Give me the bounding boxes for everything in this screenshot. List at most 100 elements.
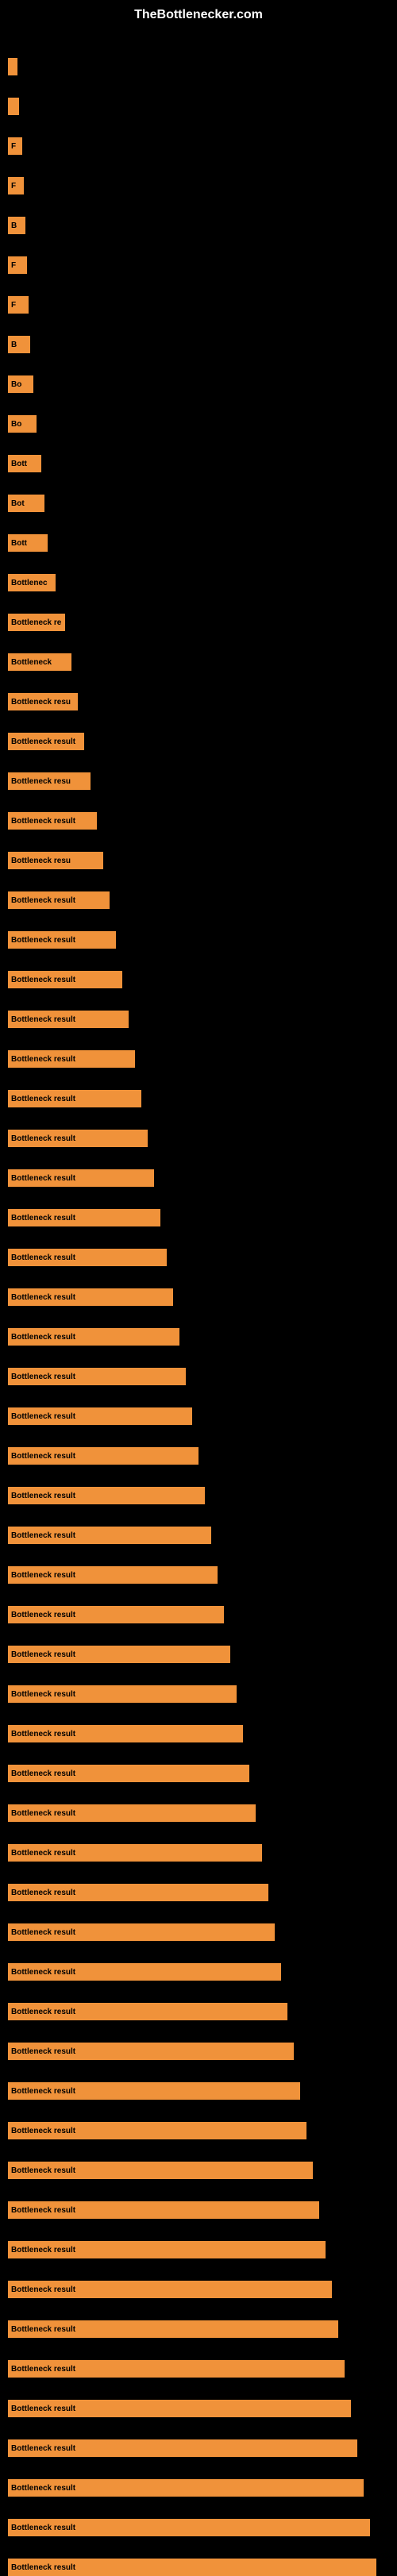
bar-item-51: Bottleneck result: [8, 2043, 294, 2060]
bar-label-50: Bottleneck result: [11, 2008, 75, 2016]
bar-30: Bottleneck result: [8, 1209, 160, 1226]
bar-item-2: [8, 98, 19, 115]
bar-label-48: Bottleneck result: [11, 1928, 75, 1937]
bar-52: Bottleneck result: [8, 2082, 300, 2100]
bar-28: Bottleneck result: [8, 1130, 148, 1147]
bar-1: [8, 58, 17, 75]
bar-label-28: Bottleneck result: [11, 1134, 75, 1143]
bar-label-52: Bottleneck result: [11, 2087, 75, 2096]
bar-19: Bottleneck resu: [8, 772, 91, 790]
bar-item-35: Bottleneck result: [8, 1407, 192, 1425]
bar-item-53: Bottleneck result: [8, 2122, 306, 2139]
bar-58: Bottleneck result: [8, 2320, 338, 2338]
bar-12: Bot: [8, 495, 44, 512]
bar-38: Bottleneck result: [8, 1527, 211, 1544]
bar-item-13: Bott: [8, 534, 48, 552]
bar-label-51: Bottleneck result: [11, 2047, 75, 2056]
bar-item-23: Bottleneck result: [8, 931, 116, 949]
bar-label-17: Bottleneck resu: [11, 698, 71, 707]
bar-60: Bottleneck result: [8, 2400, 351, 2417]
bar-21: Bottleneck resu: [8, 852, 103, 869]
bar-item-7: F: [8, 296, 29, 314]
bar-5: B: [8, 217, 25, 234]
bar-6: F: [8, 256, 27, 274]
bar-label-26: Bottleneck result: [11, 1055, 75, 1064]
bar-item-30: Bottleneck result: [8, 1209, 160, 1226]
bar-item-8: B: [8, 336, 30, 353]
bar-label-24: Bottleneck result: [11, 976, 75, 984]
bar-label-9: Bo: [11, 380, 21, 389]
bar-label-25: Bottleneck result: [11, 1015, 75, 1024]
bar-29: Bottleneck result: [8, 1169, 154, 1187]
bar-item-55: Bottleneck result: [8, 2201, 319, 2219]
bar-item-27: Bottleneck result: [8, 1090, 141, 1107]
bar-32: Bottleneck result: [8, 1288, 173, 1306]
bar-item-46: Bottleneck result: [8, 1844, 262, 1862]
bar-11: Bott: [8, 455, 41, 472]
bar-label-36: Bottleneck result: [11, 1452, 75, 1461]
bar-34: Bottleneck result: [8, 1368, 186, 1385]
bar-40: Bottleneck result: [8, 1606, 224, 1623]
bar-item-38: Bottleneck result: [8, 1527, 211, 1544]
bar-33: Bottleneck result: [8, 1328, 179, 1346]
bar-label-37: Bottleneck result: [11, 1492, 75, 1500]
bar-item-20: Bottleneck result: [8, 812, 97, 830]
bar-label-49: Bottleneck result: [11, 1968, 75, 1977]
bar-label-58: Bottleneck result: [11, 2325, 75, 2334]
bar-label-6: F: [11, 261, 16, 270]
bar-label-60: Bottleneck result: [11, 2405, 75, 2413]
bar-4: F: [8, 177, 24, 194]
bar-item-29: Bottleneck result: [8, 1169, 154, 1187]
bar-item-45: Bottleneck result: [8, 1804, 256, 1822]
bar-label-55: Bottleneck result: [11, 2206, 75, 2215]
bar-item-24: Bottleneck result: [8, 971, 122, 988]
bar-item-44: Bottleneck result: [8, 1765, 249, 1782]
bar-56: Bottleneck result: [8, 2241, 326, 2258]
site-title: TheBottlenecker.com: [0, 0, 397, 26]
bar-label-47: Bottleneck result: [11, 1889, 75, 1897]
bar-label-42: Bottleneck result: [11, 1690, 75, 1699]
bar-8: B: [8, 336, 30, 353]
bar-label-18: Bottleneck result: [11, 737, 75, 746]
bar-item-21: Bottleneck resu: [8, 852, 103, 869]
bar-item-34: Bottleneck result: [8, 1368, 186, 1385]
bar-label-19: Bottleneck resu: [11, 777, 71, 786]
bar-item-43: Bottleneck result: [8, 1725, 243, 1742]
bar-label-5: B: [11, 221, 17, 230]
bar-item-25: Bottleneck result: [8, 1011, 129, 1028]
bar-item-60: Bottleneck result: [8, 2400, 351, 2417]
bar-20: Bottleneck result: [8, 812, 97, 830]
bar-item-9: Bo: [8, 375, 33, 393]
bar-label-53: Bottleneck result: [11, 2127, 75, 2135]
bar-label-59: Bottleneck result: [11, 2365, 75, 2374]
bar-36: Bottleneck result: [8, 1447, 198, 1465]
bar-label-63: Bottleneck result: [11, 2524, 75, 2532]
bar-15: Bottleneck re: [8, 614, 65, 631]
bar-label-20: Bottleneck result: [11, 817, 75, 826]
bar-42: Bottleneck result: [8, 1685, 237, 1703]
bar-label-23: Bottleneck result: [11, 936, 75, 945]
bar-45: Bottleneck result: [8, 1804, 256, 1822]
bar-31: Bottleneck result: [8, 1249, 167, 1266]
bar-item-58: Bottleneck result: [8, 2320, 338, 2338]
bar-label-64: Bottleneck result: [11, 2563, 75, 2572]
bar-label-40: Bottleneck result: [11, 1611, 75, 1619]
bar-label-12: Bot: [11, 499, 25, 508]
bar-64: Bottleneck result: [8, 2559, 376, 2576]
bar-label-45: Bottleneck result: [11, 1809, 75, 1818]
bar-item-31: Bottleneck result: [8, 1249, 167, 1266]
bar-item-59: Bottleneck result: [8, 2360, 345, 2378]
bar-item-62: Bottleneck result: [8, 2479, 364, 2497]
bar-label-39: Bottleneck result: [11, 1571, 75, 1580]
bar-label-62: Bottleneck result: [11, 2484, 75, 2493]
bar-24: Bottleneck result: [8, 971, 122, 988]
bar-label-4: F: [11, 182, 16, 191]
bar-item-54: Bottleneck result: [8, 2162, 313, 2179]
bar-35: Bottleneck result: [8, 1407, 192, 1425]
bar-label-29: Bottleneck result: [11, 1174, 75, 1183]
bar-59: Bottleneck result: [8, 2360, 345, 2378]
bar-label-32: Bottleneck result: [11, 1293, 75, 1302]
bar-item-39: Bottleneck result: [8, 1566, 218, 1584]
bar-label-44: Bottleneck result: [11, 1769, 75, 1778]
bar-17: Bottleneck resu: [8, 693, 78, 710]
